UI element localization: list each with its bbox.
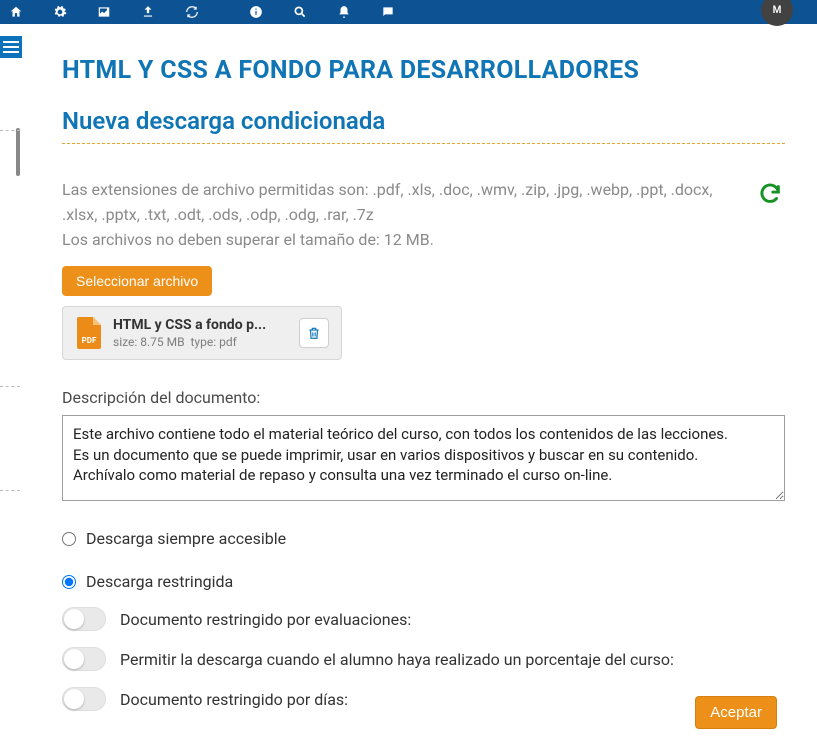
- help-text: Las extensiones de archivo permitidas so…: [62, 178, 722, 252]
- top-navbar: M: [0, 0, 817, 24]
- toggle-days-label: Documento restringido por días:: [120, 690, 348, 709]
- info-icon[interactable]: [248, 4, 264, 20]
- file-info: HTML y CSS a fondo p... size: 8.75 MB ty…: [113, 317, 289, 349]
- file-size: size: 8.75 MB: [113, 335, 185, 349]
- radio-row-restricted[interactable]: Descarga restringida: [62, 572, 785, 591]
- svg-text:PDF: PDF: [82, 336, 97, 345]
- radio-row-always[interactable]: Descarga siempre accesible: [62, 529, 785, 548]
- radio-always-label: Descarga siempre accesible: [86, 529, 286, 548]
- image-icon[interactable]: [96, 4, 112, 20]
- avatar[interactable]: M: [761, 0, 793, 26]
- page-title: HTML Y CSS A FONDO PARA DESARROLLADORES: [62, 56, 785, 85]
- file-name: HTML y CSS a fondo p...: [113, 317, 289, 333]
- scrollbar-thumb[interactable]: [16, 128, 20, 176]
- toggle-by-evaluations[interactable]: [62, 607, 106, 631]
- undo-icon[interactable]: [760, 182, 782, 212]
- uploaded-file-card: PDF HTML y CSS a fondo p... size: 8.75 M…: [62, 306, 342, 360]
- avatar-initials: M: [773, 5, 782, 16]
- toggle-row-days: Documento restringido por días:: [62, 687, 785, 711]
- file-type: type: pdf: [191, 335, 237, 349]
- radio-restricted-label: Descarga restringida: [86, 572, 233, 591]
- pdf-icon: PDF: [75, 317, 103, 349]
- hamburger-menu-button[interactable]: [0, 36, 22, 58]
- file-meta: size: 8.75 MB type: pdf: [113, 335, 289, 349]
- toggle-percent-label: Permitir la descarga cuando el alumno ha…: [120, 650, 674, 669]
- search-icon[interactable]: [292, 4, 308, 20]
- toggle-by-days[interactable]: [62, 687, 106, 711]
- section-divider: [62, 143, 785, 144]
- home-icon[interactable]: [8, 4, 24, 20]
- upload-icon[interactable]: [140, 4, 156, 20]
- help-line-extensions: Las extensiones de archivo permitidas so…: [62, 178, 722, 228]
- help-line-size: Los archivos no deben superar el tamaño …: [62, 228, 722, 253]
- sidebar-divider: [0, 490, 20, 491]
- toggle-evals-label: Documento restringido por evaluaciones:: [120, 610, 411, 629]
- accept-button[interactable]: Aceptar: [695, 696, 777, 729]
- delete-file-button[interactable]: [299, 318, 329, 348]
- sidebar-divider: [0, 386, 20, 387]
- description-label: Descripción del documento:: [62, 388, 785, 407]
- toggle-by-percentage[interactable]: [62, 647, 106, 671]
- bell-icon[interactable]: [336, 4, 352, 20]
- chat-icon[interactable]: [380, 4, 396, 20]
- toggle-row-evaluations: Documento restringido por evaluaciones:: [62, 607, 785, 631]
- gear-icon[interactable]: [52, 4, 68, 20]
- toggle-row-percentage: Permitir la descarga cuando el alumno ha…: [62, 647, 785, 671]
- section-title: Nueva descarga condicionada: [62, 107, 785, 135]
- select-file-button[interactable]: Seleccionar archivo: [62, 266, 212, 296]
- refresh-icon[interactable]: [184, 4, 200, 20]
- main-content: HTML Y CSS A FONDO PARA DESARROLLADORES …: [62, 56, 785, 711]
- description-textarea[interactable]: [62, 415, 785, 501]
- radio-restricted[interactable]: [62, 575, 76, 589]
- sidebar-divider: [0, 130, 20, 131]
- radio-always-accessible[interactable]: [62, 532, 76, 546]
